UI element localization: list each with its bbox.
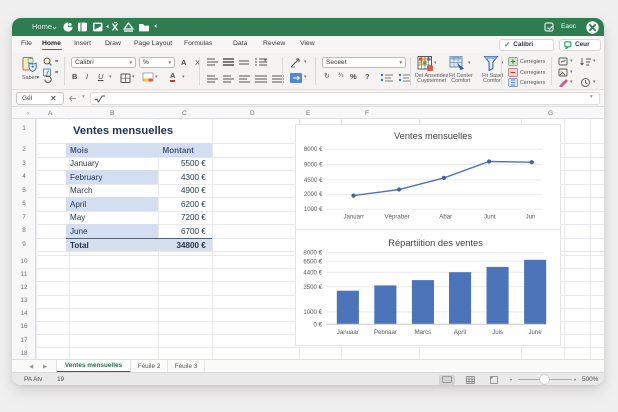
- svg-text:2000 €: 2000 €: [304, 191, 323, 198]
- svg-text:Répartiition des ventes: Répartiition des ventes: [388, 238, 483, 248]
- svg-text:9000 €: 9000 €: [304, 161, 323, 168]
- svg-text:4400 €: 4400 €: [303, 269, 322, 276]
- svg-text:Abar: Abar: [439, 213, 452, 220]
- svg-text:3500 €: 3500 €: [303, 283, 322, 290]
- svg-text:Januaar: Januaar: [337, 329, 359, 336]
- svg-text:Vêpraber: Vêpraber: [385, 213, 410, 220]
- svg-text:Ventes mensuelles: Ventes mensuelles: [394, 131, 472, 141]
- svg-text:June: June: [528, 329, 542, 336]
- svg-text:Januarr: Januarr: [343, 213, 364, 220]
- svg-text:8000 €: 8000 €: [304, 146, 323, 153]
- svg-text:Pebriaar: Pebriaar: [374, 329, 397, 336]
- svg-text:Jun: Jun: [526, 213, 536, 220]
- svg-text:April: April: [454, 329, 466, 336]
- svg-text:8000 €: 8000 €: [303, 249, 322, 256]
- svg-text:Juls: Juls: [492, 329, 503, 336]
- svg-text:1000 €: 1000 €: [303, 309, 322, 316]
- svg-text:Marcs: Marcs: [415, 329, 432, 336]
- svg-text:6500 €: 6500 €: [303, 258, 322, 265]
- svg-text:0 €: 0 €: [314, 321, 323, 328]
- svg-text:Junt: Junt: [484, 213, 496, 220]
- svg-text:4500 €: 4500 €: [304, 176, 323, 183]
- svg-text:1000 €: 1000 €: [304, 206, 323, 213]
